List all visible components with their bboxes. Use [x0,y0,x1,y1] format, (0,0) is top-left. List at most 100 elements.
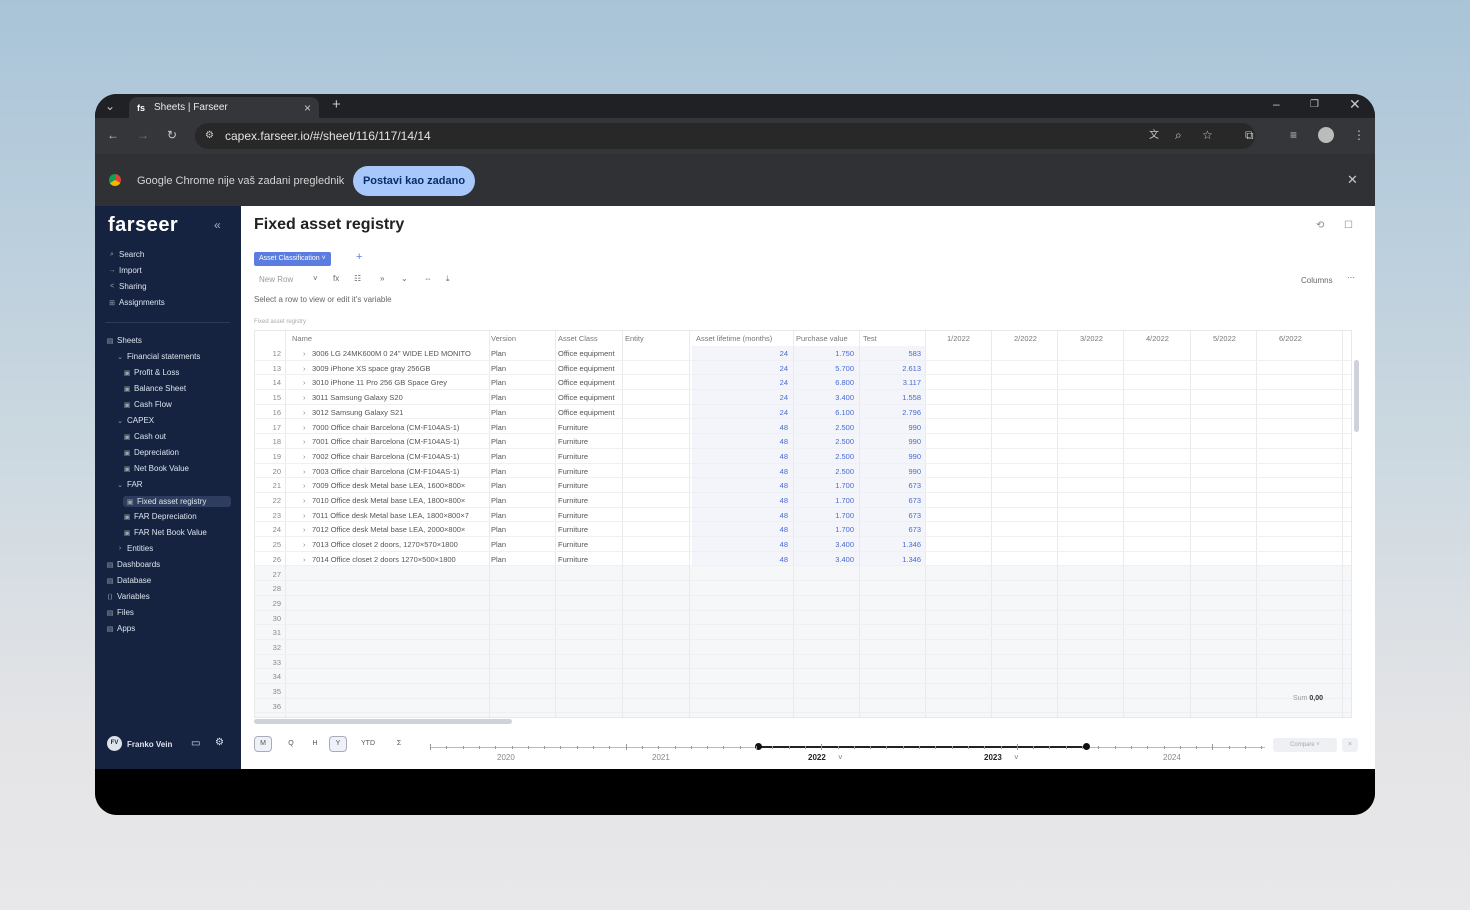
table-row[interactable]: 33 [255,655,1351,670]
version[interactable]: Plan [491,423,551,432]
row-expand-icon[interactable]: › [303,364,306,373]
period-m-button[interactable]: M [254,736,272,752]
collapse-icon[interactable]: ⌄ [401,274,408,283]
asset-class[interactable]: Furniture [558,467,622,476]
column-header[interactable]: 1/2022 [947,334,970,343]
site-settings-icon[interactable]: ⚙ [205,129,214,143]
sheet-far-depreciation[interactable]: ▣ FAR Depreciation [123,512,197,521]
asset-name[interactable]: 7009 Office desk Metal base LEA, 1600×80… [312,481,487,490]
extensions-icon[interactable]: ⧉ [1245,128,1254,142]
row-expand-icon[interactable]: › [303,481,306,490]
infobar-close-icon[interactable]: ✕ [1347,173,1358,187]
collapse-sidebar-icon[interactable]: « [214,218,221,232]
asset-lifetime[interactable]: 24 [692,393,788,402]
asset-name[interactable]: 7014 Office closet 2 doors 1270×500×1800 [312,555,487,564]
asset-lifetime[interactable]: 48 [692,437,788,446]
year-label-2021[interactable]: 2021 [652,753,670,762]
asset-class[interactable]: Office equipment [558,408,622,417]
asset-lifetime[interactable]: 48 [692,423,788,432]
forward-icon[interactable]: → [137,128,149,142]
sheet-far-net-book-value[interactable]: ▣ FAR Net Book Value [123,528,207,537]
purchase-value[interactable]: 3.400 [796,540,854,549]
new-tab-icon[interactable]: + [332,97,341,112]
sheet-cash-out[interactable]: ▣ Cash out [123,432,166,441]
asset-class[interactable]: Furniture [558,496,622,505]
purchase-value[interactable]: 1.700 [796,525,854,534]
asset-lifetime[interactable]: 48 [692,481,788,490]
row-expand-icon[interactable]: › [303,393,306,402]
folder-far[interactable]: ⌄ FAR [116,480,143,489]
sheet-net-book-value[interactable]: ▣ Net Book Value [123,464,189,473]
table-row[interactable]: 37 [255,714,1351,718]
row-expand-icon[interactable]: › [303,555,306,564]
folder-entities[interactable]: › Entities [116,544,153,553]
asset-name[interactable]: 7012 Office desk Metal base LEA, 2000×80… [312,525,487,534]
table-row[interactable]: 19 › 7002 Office chair Barcelona (CM-F104A… [255,449,1351,464]
asset-lifetime[interactable]: 48 [692,452,788,461]
version[interactable]: Plan [491,378,551,387]
table-row[interactable]: 17 › 7000 Office chair Barcelona (CM-F104A… [255,420,1351,435]
purchase-value[interactable]: 2.500 [796,437,854,446]
new-row-button[interactable]: New Row [259,275,293,284]
asset-name[interactable]: 7002 Office chair Barcelona (CM-F104AS-1… [312,452,487,461]
version[interactable]: Plan [491,408,551,417]
row-expand-icon[interactable]: › [303,496,306,505]
sidebar-files[interactable]: ▤ Files [106,608,134,617]
purchase-value[interactable]: 3.400 [796,393,854,402]
formula-icon[interactable]: fx [333,274,339,283]
sidebar-variables[interactable]: ⟨⟩ Variables [106,592,150,601]
sidebar-sharing[interactable]: < Sharing [108,282,147,291]
asset-lifetime[interactable]: 48 [692,511,788,520]
asset-name[interactable]: 7010 Office desk Metal base LEA, 1800×80… [312,496,487,505]
asset-name[interactable]: 3006 LG 24MK600M 0 24" WIDE LED MONITO [312,349,487,358]
sheet-depreciation[interactable]: ▣ Depreciation [123,448,179,457]
test-value[interactable]: 673 [863,511,921,520]
column-header[interactable]: 2/2022 [1014,334,1037,343]
column-header[interactable]: 6/2022 [1279,334,1302,343]
set-default-button[interactable]: Postavi kao zadano [353,166,475,196]
row-expand-icon[interactable]: › [303,540,306,549]
table-row[interactable]: 15 › 3011 Samsung Galaxy S20 Plan Office equ… [255,390,1351,405]
purchase-value[interactable]: 1.700 [796,496,854,505]
columns-button[interactable]: Columns [1301,276,1333,285]
test-value[interactable]: 2.796 [863,408,921,417]
test-value[interactable]: 673 [863,496,921,505]
link-icon[interactable]: ⇔ [424,274,432,283]
sheet-fixed-asset-registry[interactable]: ▣ Fixed asset registry [123,496,231,507]
row-expand-icon[interactable]: › [303,378,306,387]
row-expand-icon[interactable]: › [303,511,306,520]
test-value[interactable]: 1.558 [863,393,921,402]
purchase-value[interactable]: 1.700 [796,511,854,520]
tab-close-icon[interactable]: × [304,101,311,115]
test-value[interactable]: 673 [863,481,921,490]
asset-classification-chip[interactable]: Asset Classification ˅ [254,252,331,266]
column-header[interactable]: 4/2022 [1146,334,1169,343]
column-header[interactable]: Asset lifetime (months) [696,334,772,343]
zoom-icon[interactable]: ⌕ [1175,128,1182,142]
reload-icon[interactable]: ↻ [167,128,177,142]
table-row[interactable]: 28 [255,581,1351,596]
purchase-value[interactable]: 1.750 [796,349,854,358]
purchase-value[interactable]: 6.800 [796,378,854,387]
year-label-2023[interactable]: 2023 [984,753,1002,762]
asset-class[interactable]: Furniture [558,525,622,534]
row-expand-icon[interactable]: › [303,452,306,461]
purchase-value[interactable]: 6.100 [796,408,854,417]
table-row[interactable]: 23 › 7011 Office desk Metal base LEA, 1800… [255,508,1351,523]
download-icon[interactable]: ⤓ [446,274,450,284]
asset-lifetime[interactable]: 24 [692,378,788,387]
table-row[interactable]: 21 › 7009 Office desk Metal base LEA, 1600… [255,478,1351,493]
period-y-button[interactable]: Y [329,736,347,752]
asset-name[interactable]: 7013 Office closet 2 doors, 1270×570×180… [312,540,487,549]
test-value[interactable]: 990 [863,452,921,461]
version[interactable]: Plan [491,525,551,534]
version[interactable]: Plan [491,364,551,373]
asset-class[interactable]: Furniture [558,511,622,520]
asset-class[interactable]: Furniture [558,555,622,564]
table-row[interactable]: 14 › 3010 iPhone 11 Pro 256 GB Space Grey P… [255,375,1351,391]
settings-gear-icon[interactable]: ⚙ [215,737,224,748]
table-row[interactable]: 12 › 3006 LG 24MK600M 0 24" WIDE LED MONIT… [255,346,1351,361]
asset-name[interactable]: 7001 Office chair Barcelona (CM-F104AS-1… [312,437,487,446]
asset-lifetime[interactable]: 48 [692,496,788,505]
test-value[interactable]: 1.346 [863,540,921,549]
